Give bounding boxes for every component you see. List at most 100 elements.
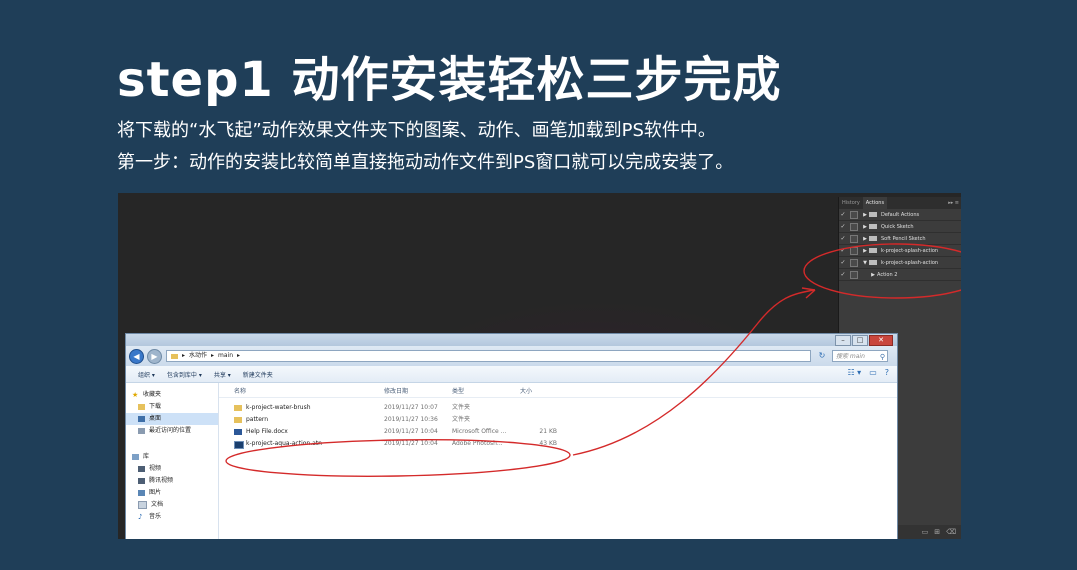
dialog-toggle-icon[interactable] — [850, 270, 858, 279]
action-row[interactable]: ✓ ▶ Action 2 — [839, 269, 961, 281]
new-set-icon[interactable]: ▭ — [922, 528, 929, 536]
action-set-row[interactable]: ✓ ▶ Soft Pencil Sketch — [839, 233, 961, 245]
checkmark-icon[interactable]: ✓ — [839, 271, 847, 278]
dialog-toggle-icon[interactable] — [850, 222, 858, 231]
folder-icon — [869, 236, 877, 241]
close-button[interactable]: ✕ — [869, 335, 893, 346]
forward-button[interactable]: ▶ — [147, 348, 162, 364]
folder-icon — [869, 224, 877, 229]
action-set-row-expanded[interactable]: ✓ ▼ k-project-splash-action — [839, 257, 961, 269]
search-icon[interactable]: ⚲ — [880, 351, 885, 363]
folder-icon — [171, 353, 178, 359]
document-icon — [138, 501, 147, 509]
breadcrumb-item[interactable]: main — [218, 350, 233, 362]
checkmark-icon[interactable]: ✓ — [839, 235, 847, 242]
nav-item-recent[interactable]: 最近访问的位置 — [126, 425, 218, 437]
column-header-size[interactable]: 大小 — [520, 386, 560, 395]
nav-item-pictures[interactable]: 图片 — [126, 487, 218, 499]
file-size: 43 KB — [539, 440, 557, 447]
share-button[interactable]: 共享 ▾ — [214, 370, 231, 379]
column-header-name[interactable]: 名称 — [234, 386, 374, 395]
action-set-row[interactable]: ✓ ▶ Quick Sketch — [839, 221, 961, 233]
expand-triangle-icon[interactable]: ▶ — [861, 248, 869, 254]
refresh-icon[interactable]: ↻ — [816, 350, 828, 362]
folder-icon — [869, 212, 877, 217]
dialog-toggle-icon[interactable] — [850, 234, 858, 243]
checkmark-icon[interactable]: ✓ — [839, 247, 847, 254]
dialog-toggle-icon[interactable] — [850, 246, 858, 255]
nav-item-documents[interactable]: 文档 — [126, 499, 218, 511]
folder-icon — [869, 260, 877, 265]
nav-item-libraries[interactable]: 库 — [126, 451, 218, 463]
back-button[interactable]: ◀ — [129, 348, 144, 364]
nav-item-favorites[interactable]: ★ 收藏夹 — [126, 389, 218, 401]
window-titlebar[interactable]: – □ ✕ — [126, 334, 897, 346]
nav-item-music[interactable]: ♪ 音乐 — [126, 511, 218, 523]
file-row[interactable]: pattern 2019/11/27 10:36 文件夹 — [219, 414, 897, 426]
column-header-date[interactable]: 修改日期 — [384, 386, 454, 395]
new-folder-button[interactable]: 新建文件夹 — [243, 370, 273, 379]
breadcrumb-item[interactable]: 水动作 — [189, 350, 207, 362]
action-set-label: Default Actions — [881, 211, 920, 218]
tab-history[interactable]: History — [839, 197, 863, 209]
star-icon: ★ — [132, 391, 139, 399]
actions-list: ✓ ▶ Default Actions ✓ ▶ Quick Sketch ✓ ▶… — [839, 209, 961, 281]
nav-label: 下载 — [149, 403, 162, 410]
checkmark-icon[interactable]: ✓ — [839, 211, 847, 218]
file-name: k-project-aqua-action.atn — [246, 440, 322, 447]
file-size: 21 KB — [539, 428, 557, 435]
new-action-icon[interactable]: ⊞ — [934, 528, 940, 536]
recent-icon — [138, 428, 145, 434]
address-bar[interactable]: ▸ 水动作 ▸ main ▸ — [166, 350, 811, 362]
nav-item-desktop[interactable]: 桌面 — [126, 413, 218, 425]
organize-button[interactable]: 组织 ▾ — [138, 370, 155, 379]
file-row[interactable]: k-project-aqua-action.atn 2019/11/27 10:… — [219, 438, 897, 450]
file-explorer-window: – □ ✕ ◀ ▶ ▸ 水动作 ▸ main ▸ ↻ 搜索 main ⚲ 组织 — [125, 333, 898, 539]
breadcrumb-separator: ▸ — [211, 352, 215, 359]
preview-pane-icon[interactable]: ▭ — [869, 368, 877, 377]
action-set-label: Soft Pencil Sketch — [881, 235, 926, 242]
maximize-button[interactable]: □ — [852, 335, 868, 346]
help-icon[interactable]: ? — [885, 368, 889, 377]
action-set-row[interactable]: ✓ ▶ k-project-splash-action — [839, 245, 961, 257]
action-set-row[interactable]: ✓ ▶ Default Actions — [839, 209, 961, 221]
dialog-toggle-icon[interactable] — [850, 210, 858, 219]
video-icon — [138, 466, 145, 472]
nav-label: 收藏夹 — [143, 391, 162, 398]
checkmark-icon[interactable]: ✓ — [839, 223, 847, 230]
file-date: 2019/11/27 10:07 — [384, 404, 438, 411]
action-set-label: Quick Sketch — [881, 223, 914, 230]
nav-label: 图片 — [149, 489, 162, 496]
column-header-type[interactable]: 类型 — [452, 386, 514, 395]
dialog-toggle-icon[interactable] — [850, 258, 858, 267]
panel-menu-icon[interactable]: ▸▸ ≡ — [948, 197, 959, 209]
nav-label: 库 — [143, 453, 150, 460]
expand-triangle-icon[interactable]: ▶ — [861, 224, 869, 230]
nav-item-tencent-video[interactable]: 腾讯视频 — [126, 475, 218, 487]
collapse-triangle-icon[interactable]: ▼ — [861, 260, 869, 266]
command-bar: 组织 ▾ 包含到库中 ▾ 共享 ▾ 新建文件夹 ☷ ▾ ▭ ? — [126, 366, 897, 383]
file-list-header: 名称 修改日期 类型 大小 — [219, 383, 897, 398]
video-icon — [138, 478, 145, 484]
picture-icon — [138, 490, 145, 496]
nav-item-videos[interactable]: 视频 — [126, 463, 218, 475]
view-options-icon[interactable]: ☷ ▾ — [847, 368, 861, 377]
minimize-button[interactable]: – — [835, 335, 851, 346]
nav-item-downloads[interactable]: 下载 — [126, 401, 218, 413]
action-set-label: k-project-splash-action — [881, 247, 939, 254]
file-date: 2019/11/27 10:04 — [384, 428, 438, 435]
include-in-library-button[interactable]: 包含到库中 ▾ — [167, 370, 202, 379]
checkmark-icon[interactable]: ✓ — [839, 259, 847, 266]
tab-actions[interactable]: Actions — [862, 197, 888, 209]
expand-triangle-icon[interactable]: ▶ — [861, 212, 869, 218]
expand-triangle-icon[interactable]: ▶ — [861, 236, 869, 242]
page-title: step1 动作安装轻松三步完成 — [117, 52, 782, 108]
file-row[interactable]: k-project-water-brush 2019/11/27 10:07 文… — [219, 402, 897, 414]
expand-triangle-icon[interactable]: ▶ — [869, 272, 877, 278]
file-name: pattern — [246, 416, 269, 423]
nav-label: 文档 — [151, 501, 164, 508]
breadcrumb-separator: ▸ — [182, 352, 186, 359]
file-row[interactable]: Help File.docx 2019/11/27 10:04 Microsof… — [219, 426, 897, 438]
search-input[interactable]: 搜索 main ⚲ — [832, 350, 888, 362]
delete-icon[interactable]: ⌫ — [946, 528, 956, 536]
